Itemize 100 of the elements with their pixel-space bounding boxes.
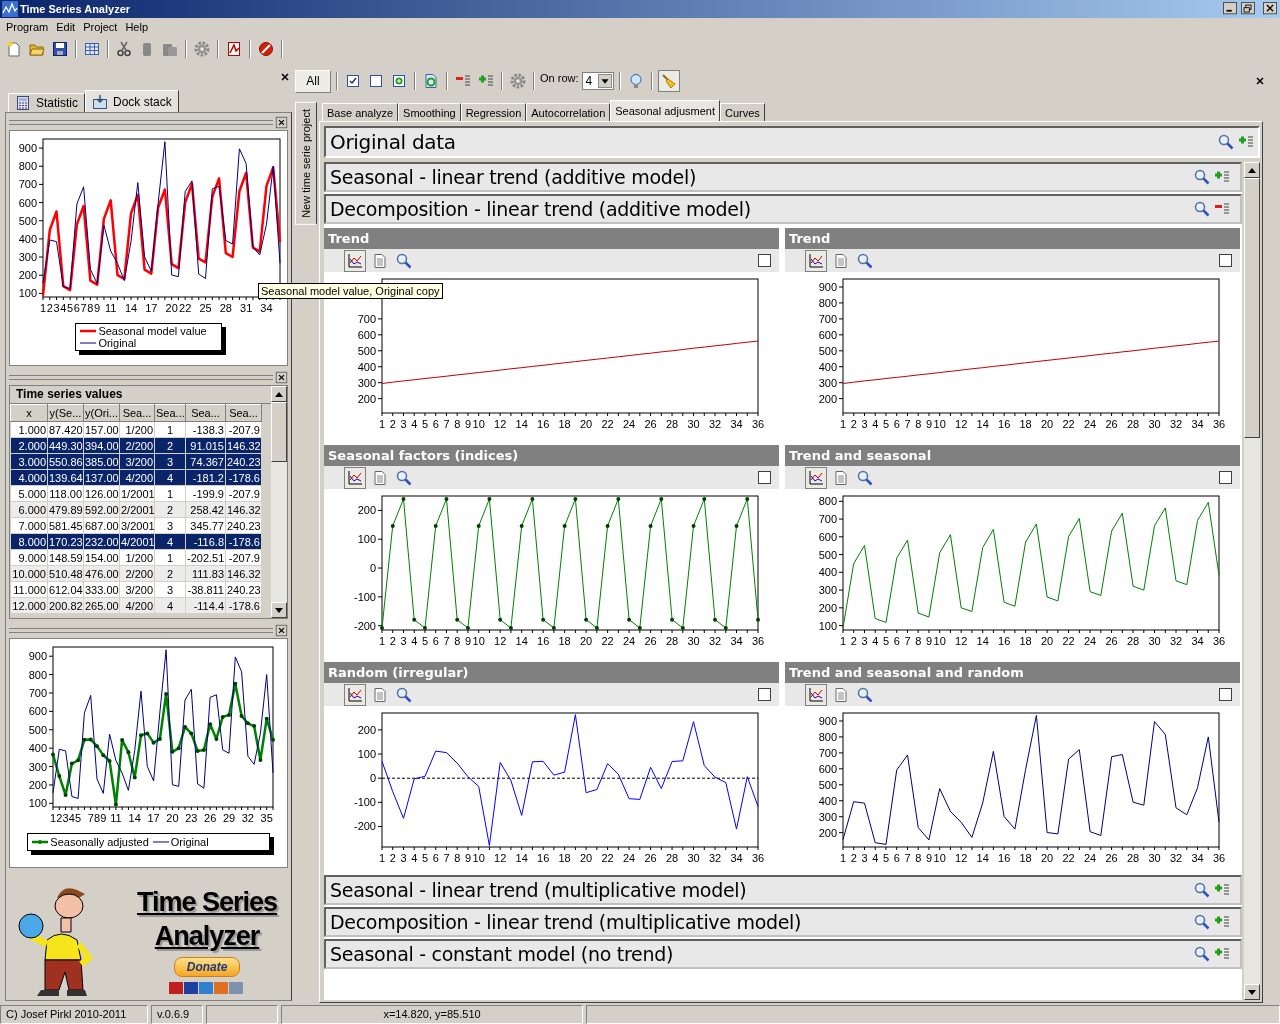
column-header[interactable]: Sea... [225, 404, 262, 422]
open-folder-icon[interactable] [29, 41, 45, 57]
light-bulb-icon[interactable] [628, 73, 645, 89]
document-icon[interactable] [372, 469, 388, 486]
save-icon[interactable] [52, 41, 68, 57]
document-icon[interactable] [833, 469, 849, 486]
document-icon[interactable] [372, 686, 388, 703]
cut-icon[interactable] [116, 41, 132, 57]
tab[interactable]: Regression [460, 103, 527, 121]
checkbox[interactable] [1219, 471, 1232, 484]
document-icon[interactable] [833, 252, 849, 269]
tab[interactable]: Curves [719, 103, 765, 121]
menu-item[interactable]: Edit [52, 20, 80, 34]
table-cell: 3/200 [119, 581, 155, 598]
column-header[interactable]: Sea... [185, 404, 226, 422]
search-icon[interactable] [857, 469, 873, 486]
chart-icon[interactable] [808, 686, 824, 703]
close-icon[interactable] [1254, 75, 1266, 87]
checkbox[interactable] [1219, 688, 1232, 701]
table-icon[interactable] [84, 41, 100, 57]
panel-tab[interactable]: Dock stack [85, 90, 179, 112]
scroll-up-icon[interactable] [275, 391, 283, 397]
check-all-icon[interactable] [345, 73, 361, 89]
restore-icon[interactable] [1240, 2, 1256, 16]
search-icon[interactable] [1194, 882, 1210, 898]
search-icon[interactable] [1194, 201, 1210, 217]
menu-item[interactable]: Project [79, 20, 122, 34]
section-header[interactable]: Seasonal - constant model (no trend) [324, 939, 1242, 969]
section-header[interactable]: Decomposition - linear trend (multiplicative model) [324, 907, 1242, 937]
expand-icon[interactable] [1214, 882, 1230, 898]
search-icon[interactable] [396, 469, 412, 486]
donate-button[interactable]: Donate [173, 956, 241, 977]
tab[interactable]: Autocorrelation [526, 103, 611, 121]
dock-icon[interactable] [92, 93, 108, 110]
menu-item[interactable]: Help [121, 20, 153, 34]
menu-item[interactable]: Program [2, 20, 53, 34]
chart-icon[interactable] [808, 469, 824, 486]
column-header[interactable]: y(Ori... [83, 404, 120, 422]
scrollbar[interactable] [271, 386, 287, 618]
axis-tick-label: 34 [730, 852, 743, 864]
checkbox[interactable] [758, 471, 771, 484]
collapse-icon[interactable] [1214, 201, 1230, 217]
calculator-icon[interactable] [15, 95, 31, 111]
stop-icon[interactable] [258, 41, 274, 57]
search-icon[interactable] [1218, 134, 1234, 150]
close-icon[interactable] [275, 115, 288, 129]
chart-icon[interactable] [347, 686, 363, 703]
all-button[interactable]: All [295, 69, 331, 93]
column-header[interactable]: x [10, 404, 48, 422]
new-file-icon[interactable] [6, 41, 22, 57]
search-icon[interactable] [1194, 169, 1210, 185]
chart-icon[interactable] [347, 252, 363, 269]
expand-icon[interactable] [1238, 134, 1254, 150]
minimize-icon[interactable] [1222, 2, 1238, 16]
column-header[interactable]: y(Se... [47, 404, 84, 422]
search-icon[interactable] [857, 686, 873, 703]
section-header[interactable]: Original data [324, 126, 1260, 158]
checkbox[interactable] [758, 688, 771, 701]
scroll-down-icon[interactable] [1248, 989, 1256, 995]
scrollbar[interactable] [1244, 162, 1260, 1000]
checkbox[interactable] [758, 254, 771, 267]
axis-tick-label: 14 [128, 812, 141, 824]
close-icon[interactable] [1262, 2, 1278, 16]
close-icon[interactable] [275, 370, 288, 384]
section-header[interactable]: Seasonal - linear trend (multiplicative model) [324, 875, 1242, 905]
axis-tick-label: 14 [515, 635, 528, 647]
document-icon[interactable] [833, 686, 849, 703]
project-tab[interactable]: New time serie project [295, 102, 317, 225]
column-header[interactable]: Sea... [154, 404, 186, 422]
search-icon[interactable] [396, 686, 412, 703]
tab[interactable]: Seasonal adjusment [610, 100, 720, 121]
remove-row-icon[interactable] [455, 73, 471, 89]
section-header[interactable]: Seasonal - linear trend (additive model) [324, 162, 1242, 192]
tab[interactable]: Base analyze [322, 103, 399, 121]
add-icon[interactable] [391, 73, 407, 89]
close-icon[interactable] [279, 70, 291, 83]
search-icon[interactable] [857, 252, 873, 269]
column-header[interactable]: Sea... [119, 404, 155, 422]
uncheck-all-icon[interactable] [368, 73, 384, 89]
tab[interactable]: Smoothing [398, 103, 461, 121]
document-icon[interactable] [372, 252, 388, 269]
search-icon[interactable] [1194, 914, 1210, 930]
chart-icon[interactable] [347, 469, 363, 486]
checkbox[interactable] [1219, 254, 1232, 267]
chart-icon[interactable] [808, 252, 824, 269]
on-row-dropdown[interactable]: 4 [581, 72, 615, 90]
search-icon[interactable] [1194, 946, 1210, 962]
scroll-up-icon[interactable] [1248, 167, 1256, 173]
broom-icon[interactable] [661, 73, 678, 89]
panel-tab[interactable]: Statistic [8, 93, 85, 112]
app-icon[interactable] [2, 1, 18, 17]
search-icon[interactable] [396, 252, 412, 269]
scroll-down-icon[interactable] [275, 607, 283, 613]
expand-icon[interactable] [1214, 946, 1230, 962]
close-icon[interactable] [275, 623, 288, 637]
expand-icon[interactable] [1214, 169, 1230, 185]
refresh-document-icon[interactable] [423, 73, 439, 89]
pdf-icon[interactable] [226, 41, 242, 57]
expand-icon[interactable] [1214, 914, 1230, 930]
section-header[interactable]: Decomposition - linear trend (additive model) [324, 194, 1242, 224]
